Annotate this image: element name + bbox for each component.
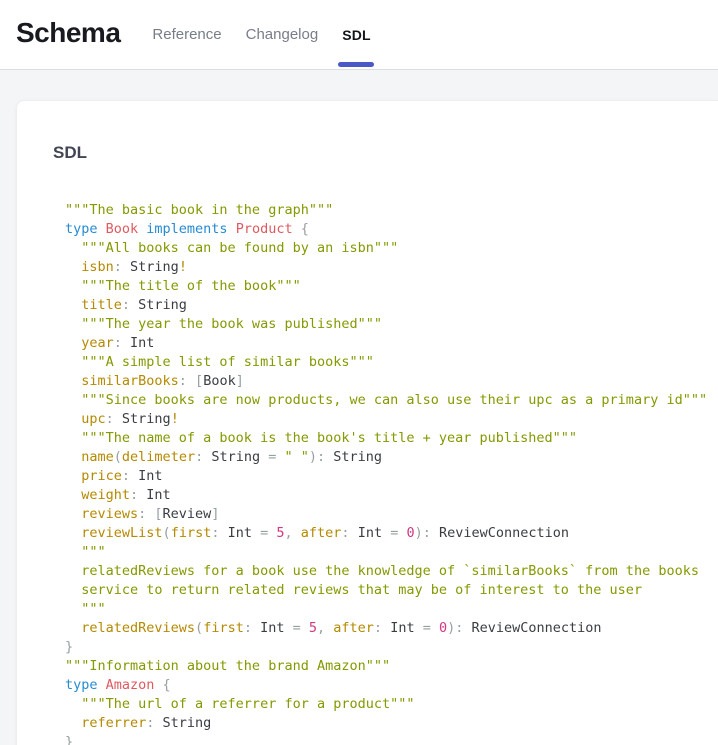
code-line: year: Int <box>65 334 718 353</box>
code-line: """ <box>65 600 718 619</box>
sdl-heading: SDL <box>53 143 718 163</box>
code-line: weight: Int <box>65 486 718 505</box>
page-title: Schema <box>16 17 120 49</box>
tab-sdl-label: SDL <box>342 27 371 43</box>
code-line: } <box>65 733 718 745</box>
code-line: relatedReviews(first: Int = 5, after: In… <box>65 619 718 638</box>
code-line: reviews: [Review] <box>65 505 718 524</box>
code-line: """The name of a book is the book's titl… <box>65 429 718 448</box>
code-line: service to return related reviews that m… <box>65 581 718 600</box>
code-line: relatedReviews for a book use the knowle… <box>65 562 718 581</box>
code-line: isbn: String! <box>65 258 718 277</box>
sdl-content-card: SDL """The basic book in the graph"""typ… <box>16 100 718 745</box>
code-line: """The title of the book""" <box>65 277 718 296</box>
code-line: } <box>65 638 718 657</box>
code-line: name(delimeter: String = " "): String <box>65 448 718 467</box>
code-line: """Information about the brand Amazon""" <box>65 657 718 676</box>
code-line: reviewList(first: Int = 5, after: Int = … <box>65 524 718 543</box>
active-tab-underline <box>338 62 374 67</box>
code-line: """All books can be found by an isbn""" <box>65 239 718 258</box>
code-line: """The year the book was published""" <box>65 315 718 334</box>
code-line: upc: String! <box>65 410 718 429</box>
page-header: Schema Reference Changelog SDL <box>0 0 718 70</box>
code-line: """A simple list of similar books""" <box>65 353 718 372</box>
tab-changelog[interactable]: Changelog <box>234 0 331 69</box>
code-line: type Amazon { <box>65 676 718 695</box>
code-line: similarBooks: [Book] <box>65 372 718 391</box>
code-line: """The url of a referrer for a product""… <box>65 695 718 714</box>
tab-reference[interactable]: Reference <box>140 0 233 69</box>
code-line: price: Int <box>65 467 718 486</box>
code-line: type Book implements Product { <box>65 220 718 239</box>
code-line: referrer: String <box>65 714 718 733</box>
code-line: """The basic book in the graph""" <box>65 201 718 220</box>
tab-bar: Reference Changelog SDL <box>140 0 382 69</box>
code-line: """Since books are now products, we can … <box>65 391 718 410</box>
code-line: """ <box>65 543 718 562</box>
code-line: title: String <box>65 296 718 315</box>
tab-sdl[interactable]: SDL <box>330 0 383 69</box>
sdl-code: """The basic book in the graph"""type Bo… <box>53 201 718 745</box>
